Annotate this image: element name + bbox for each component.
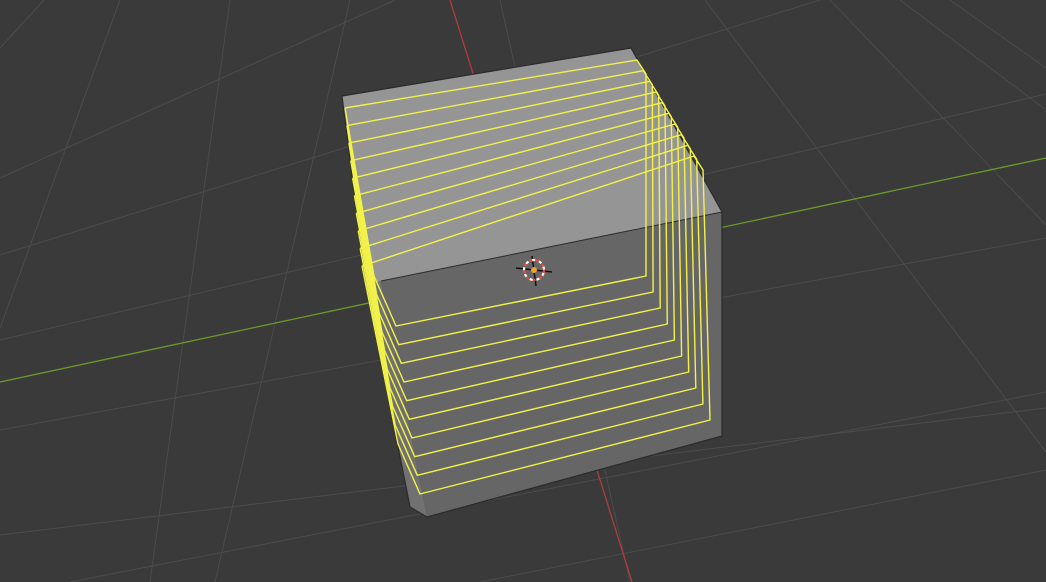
grid-line [949,0,1046,69]
grid-line [0,0,45,49]
grid-line [704,0,1046,453]
cube-object[interactable] [341,47,723,518]
grid-line [479,469,1046,582]
3d-viewport[interactable] [0,0,1046,582]
grid-line [829,0,1046,226]
viewport-scene[interactable] [0,0,1046,582]
grid-line [0,0,396,179]
grid-line [0,0,121,329]
object-origin-dot [531,267,537,273]
grid-line [149,0,231,582]
